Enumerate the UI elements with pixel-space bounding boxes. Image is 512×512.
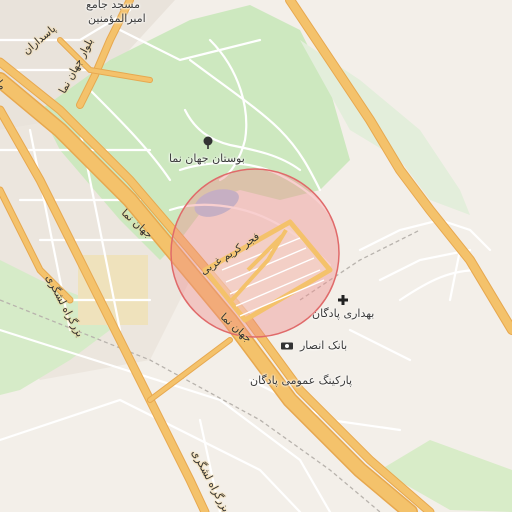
- map-view[interactable]: مسجد جامع امیرالمؤمنین بوستان جهان نما ب…: [0, 0, 512, 512]
- bank-label: بانک انصار: [300, 339, 348, 352]
- parking-label: پارکینگ عمومی پادگان: [250, 374, 353, 387]
- mosque-label-line2: امیرالمؤمنین: [88, 12, 146, 25]
- mosque-label: مسجد جامع: [86, 0, 140, 11]
- park-label: بوستان جهان نما: [169, 152, 245, 165]
- bank-icon: [281, 342, 293, 350]
- behdari-label: بهداری پادگان: [312, 307, 375, 320]
